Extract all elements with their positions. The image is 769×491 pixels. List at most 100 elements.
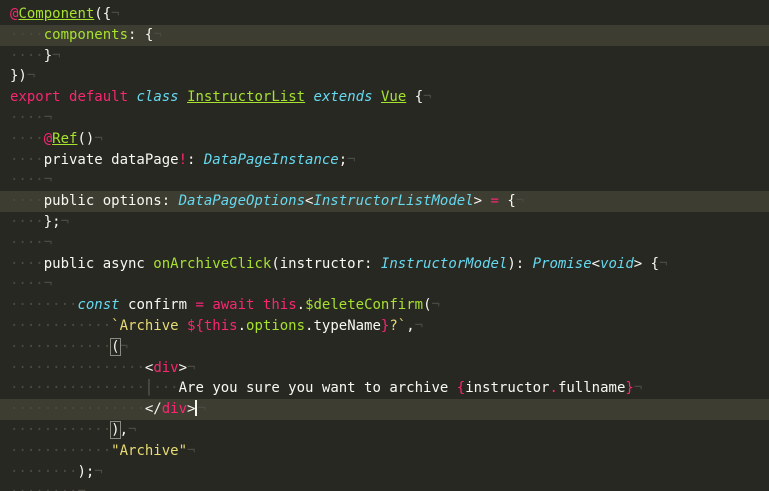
code-token: this bbox=[262, 297, 297, 314]
code-line[interactable]: ········¬ bbox=[0, 482, 769, 491]
indent-guide: ···· bbox=[10, 276, 44, 293]
newline-marker: ¬ bbox=[187, 442, 196, 459]
code-token: : bbox=[187, 151, 204, 168]
code-token: Ref bbox=[52, 130, 78, 147]
code-token: ; bbox=[338, 151, 348, 168]
code-text: ················<div>¬ bbox=[10, 358, 195, 379]
code-token: () bbox=[77, 130, 95, 147]
indent-guide: ···· bbox=[10, 338, 44, 355]
indent-guide: ···· bbox=[43, 338, 78, 355]
code-line[interactable]: ············"Archive"¬ bbox=[0, 441, 769, 462]
indent-guide: ···· bbox=[10, 110, 44, 126]
indent-guide: ···· bbox=[10, 47, 44, 64]
code-token: : { bbox=[128, 26, 154, 43]
code-line[interactable]: })¬ bbox=[0, 66, 769, 87]
code-token: ( bbox=[110, 337, 121, 356]
indent-guide: ···· bbox=[10, 26, 44, 43]
code-line[interactable]: ············`Archive ${this.options.type… bbox=[0, 316, 769, 337]
indent-guide: ···· bbox=[10, 463, 44, 480]
newline-marker: ¬ bbox=[187, 359, 196, 376]
code-text: ····@Ref()¬ bbox=[10, 129, 103, 150]
code-line[interactable]: ····private dataPage!: DataPageInstance;… bbox=[0, 150, 769, 171]
code-token: . bbox=[549, 380, 558, 397]
code-line[interactable]: ····¬ bbox=[0, 170, 769, 191]
code-token: const bbox=[77, 297, 120, 314]
code-token: (instructor: bbox=[271, 255, 381, 272]
code-token: private dataPage bbox=[43, 151, 179, 168]
code-token: default bbox=[69, 89, 129, 106]
code-token: { bbox=[406, 89, 424, 106]
indent-guide: ···· bbox=[77, 338, 112, 355]
code-line[interactable]: export default class InstructorList exte… bbox=[0, 87, 769, 108]
code-token: = bbox=[490, 193, 499, 210]
code-token: > { bbox=[633, 255, 660, 272]
newline-marker: ¬ bbox=[94, 130, 103, 147]
code-line[interactable]: ················│···Are you sure you wan… bbox=[0, 378, 769, 399]
code-token: InstructorList bbox=[187, 89, 306, 106]
indent-guide: ···· bbox=[10, 484, 44, 491]
code-token: ({ bbox=[94, 6, 112, 22]
code-token: InstructorListModel bbox=[313, 193, 474, 210]
code-line[interactable]: ············),¬ bbox=[0, 420, 769, 441]
code-line[interactable]: ············(¬ bbox=[0, 337, 769, 358]
code-token: DataPageOptions bbox=[178, 193, 306, 210]
code-text: ····public options: DataPageOptions<Inst… bbox=[10, 191, 524, 212]
code-token: ?` bbox=[389, 318, 407, 334]
newline-marker: ¬ bbox=[94, 463, 103, 480]
code-line[interactable]: ····public options: DataPageOptions<Inst… bbox=[0, 191, 769, 213]
newline-marker: ¬ bbox=[659, 255, 668, 272]
indent-guide: ···· bbox=[111, 380, 145, 397]
code-token: { bbox=[498, 193, 516, 210]
indent-guide: ···· bbox=[10, 422, 44, 438]
indent-guide: ···· bbox=[10, 380, 44, 397]
code-line[interactable]: ················<div>¬ bbox=[0, 358, 769, 379]
code-token: "Archive" bbox=[111, 442, 188, 459]
code-line[interactable]: ····¬ bbox=[0, 274, 769, 295]
code-line[interactable]: ····@Ref()¬ bbox=[0, 129, 769, 150]
code-line[interactable]: ····}¬ bbox=[0, 46, 769, 67]
code-token: = bbox=[195, 297, 204, 314]
newline-marker: ¬ bbox=[60, 214, 70, 230]
code-token: ) bbox=[110, 421, 121, 439]
code-line[interactable]: ····};¬ bbox=[0, 212, 769, 233]
indent-guide: ···· bbox=[77, 318, 112, 334]
code-line[interactable]: ················</div> ¬ bbox=[0, 399, 769, 421]
code-line[interactable]: ········const confirm = await this.$dele… bbox=[0, 295, 769, 316]
code-token: . bbox=[237, 318, 247, 334]
code-token: ); bbox=[77, 463, 95, 480]
code-text: ················│···Are you sure you wan… bbox=[10, 378, 642, 399]
code-editor[interactable]: @Component({¬ ····components: {¬ ····}¬})¬… bbox=[0, 0, 769, 491]
code-token: public options: bbox=[43, 193, 179, 210]
indent-guide: ···· bbox=[44, 484, 78, 491]
code-line[interactable]: ········);¬ bbox=[0, 462, 769, 483]
indent-guide: ···· bbox=[43, 422, 78, 438]
indent-guide: ···· bbox=[43, 463, 78, 480]
code-token: public async bbox=[43, 255, 154, 272]
indent-guide: ···· bbox=[111, 401, 145, 418]
code-token: . bbox=[296, 297, 306, 314]
code-text: ········);¬ bbox=[10, 462, 103, 483]
code-token: }) bbox=[10, 68, 27, 85]
code-token: > bbox=[473, 193, 491, 210]
code-text: ················</div> ¬ bbox=[10, 399, 206, 420]
code-text: ····public async onArchiveClick(instruct… bbox=[10, 254, 668, 275]
code-token: ${ bbox=[187, 318, 204, 334]
indent-guide: ···· bbox=[10, 172, 44, 189]
code-token: instructor bbox=[465, 380, 550, 397]
code-line[interactable]: ····public async onArchiveClick(instruct… bbox=[0, 254, 769, 275]
code-token: `Archive bbox=[111, 318, 188, 334]
newline-marker: ¬ bbox=[153, 26, 162, 43]
code-line[interactable]: ····components: {¬ bbox=[0, 24, 769, 46]
code-line[interactable]: ····¬ bbox=[0, 233, 769, 254]
code-line[interactable]: @Component({¬ bbox=[0, 4, 769, 25]
code-token: } bbox=[43, 47, 53, 64]
newline-marker: ¬ bbox=[43, 172, 53, 189]
code-text: ····¬ bbox=[10, 108, 52, 129]
code-line[interactable]: ····¬ bbox=[0, 108, 769, 129]
code-token: @ bbox=[43, 130, 53, 147]
code-token: ! bbox=[178, 151, 188, 168]
code-text: ····¬ bbox=[10, 233, 52, 254]
code-token: void bbox=[600, 255, 634, 272]
